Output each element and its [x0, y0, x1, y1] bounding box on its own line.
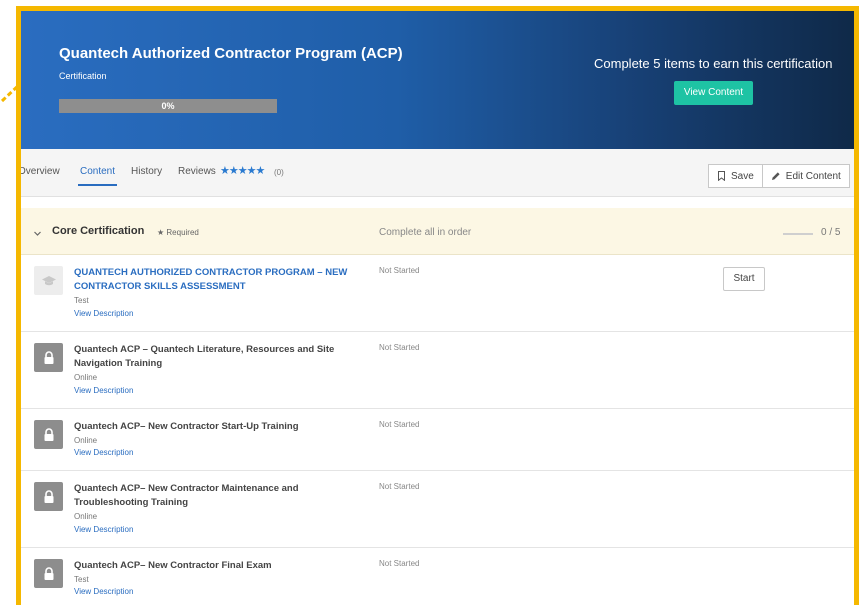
- tab-history[interactable]: History: [131, 166, 162, 177]
- course-thumbnail: [34, 420, 63, 449]
- chevron-down-icon[interactable]: [33, 225, 42, 243]
- item-status: Not Started: [379, 559, 420, 568]
- list-item: Quantech ACP – Quantech Literature, Reso…: [21, 332, 854, 409]
- item-status: Not Started: [379, 482, 420, 491]
- section-progress-count: 0 / 5: [821, 227, 841, 238]
- lock-icon: [44, 566, 53, 580]
- view-description-link[interactable]: View Description: [74, 386, 133, 395]
- completion-text: Complete 5 items to earn this certificat…: [594, 56, 833, 71]
- list-item: Quantech ACP– New Contractor Maintenance…: [21, 471, 854, 548]
- list-item: Quantech ACP– New Contractor Final Exam …: [21, 548, 854, 605]
- lock-icon: [44, 427, 53, 441]
- section-title: Core Certification: [52, 225, 145, 237]
- certification-banner: Quantech Authorized Contractor Program (…: [21, 11, 854, 149]
- order-note: Complete all in order: [379, 227, 472, 238]
- rating-stars: ★★★★★: [220, 165, 265, 177]
- highlight-frame: Quantech Authorized Contractor Program (…: [16, 6, 859, 605]
- review-count: (0): [274, 168, 284, 177]
- item-title: Quantech ACP – Quantech Literature, Reso…: [74, 344, 335, 369]
- item-title: Quantech ACP– New Contractor Start-Up Tr…: [74, 421, 299, 432]
- graduation-cap-icon: [41, 275, 56, 285]
- item-title: Quantech ACP– New Contractor Maintenance…: [74, 483, 299, 508]
- progress-bar: 0%: [59, 99, 277, 113]
- action-buttons: Save Edit Content: [708, 164, 850, 188]
- course-thumbnail: [34, 266, 63, 295]
- item-type: Online: [74, 373, 98, 382]
- bookmark-icon: [717, 171, 726, 181]
- view-content-button[interactable]: View Content: [674, 81, 753, 105]
- tab-overview[interactable]: Overview: [21, 166, 60, 177]
- tab-content[interactable]: Content: [77, 166, 118, 186]
- item-status: Not Started: [379, 266, 420, 275]
- view-description-link[interactable]: View Description: [74, 309, 133, 318]
- item-type: Test: [74, 296, 89, 305]
- view-description-link[interactable]: View Description: [74, 448, 133, 457]
- start-button[interactable]: Start: [723, 267, 765, 291]
- edit-content-label: Edit Content: [785, 170, 841, 182]
- tab-reviews[interactable]: Reviews: [178, 166, 216, 177]
- save-button[interactable]: Save: [709, 165, 762, 187]
- lock-icon: [44, 350, 53, 364]
- list-item: Quantech ACP– New Contractor Start-Up Tr…: [21, 409, 854, 471]
- course-thumbnail: [34, 559, 63, 588]
- item-status: Not Started: [379, 343, 420, 352]
- page-subtitle: Certification: [59, 71, 107, 81]
- course-thumbnail: [34, 482, 63, 511]
- view-description-link[interactable]: View Description: [74, 525, 133, 534]
- course-thumbnail: [34, 343, 63, 372]
- save-label: Save: [731, 170, 754, 182]
- item-title-link[interactable]: QUANTECH AUTHORIZED CONTRACTOR PROGRAM –…: [74, 266, 359, 294]
- item-status: Not Started: [379, 420, 420, 429]
- item-type: Online: [74, 512, 98, 521]
- item-title: Quantech ACP– New Contractor Final Exam: [74, 560, 272, 571]
- page-title: Quantech Authorized Contractor Program (…: [59, 45, 403, 62]
- item-type: Test: [74, 575, 89, 584]
- section-progress-bar: [783, 233, 813, 235]
- progress-label: 0%: [161, 101, 175, 111]
- tab-bar: Overview Content History Reviews ★★★★★ (…: [21, 149, 854, 197]
- pencil-icon: [771, 171, 781, 181]
- required-badge: ★ Required: [157, 228, 199, 237]
- section-header[interactable]: Core Certification ★ Required Complete a…: [21, 208, 854, 255]
- view-description-link[interactable]: View Description: [74, 587, 133, 596]
- edit-content-button[interactable]: Edit Content: [761, 165, 849, 187]
- list-item: QUANTECH AUTHORIZED CONTRACTOR PROGRAM –…: [21, 255, 854, 332]
- item-type: Online: [74, 436, 98, 445]
- lock-icon: [44, 489, 53, 503]
